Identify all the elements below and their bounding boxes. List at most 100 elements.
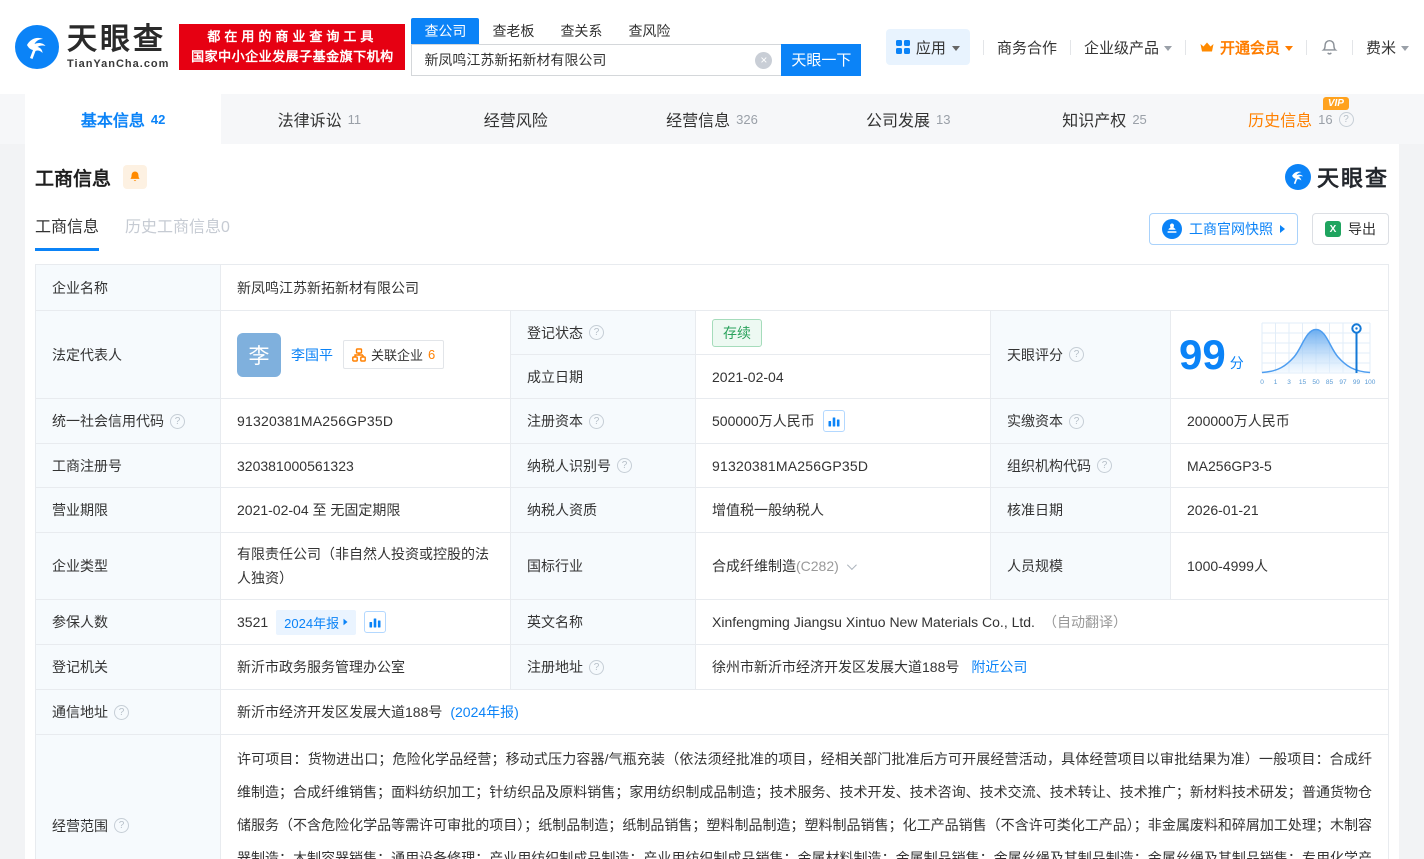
field-label: 天眼评分? [991, 311, 1171, 399]
subtab-history-business-info[interactable]: 历史工商信息0 [125, 213, 230, 251]
clear-icon[interactable]: × [755, 52, 772, 69]
help-icon[interactable]: ? [114, 705, 129, 720]
help-icon[interactable]: ? [114, 818, 129, 833]
caret-down-icon [1401, 46, 1409, 51]
logo-title: 天眼查 [67, 25, 169, 55]
field-label: 工商注册号 [36, 444, 221, 488]
header-menu: 应用 商务合作 企业级产品 开通会员 费米 [886, 29, 1409, 65]
apps-menu[interactable]: 应用 [886, 29, 970, 65]
field-label: 人员规模 [991, 533, 1171, 600]
credit-code-value: 91320381MA256GP35D [221, 399, 511, 444]
excel-icon: X [1325, 221, 1341, 237]
annual-report-link[interactable]: (2024年报) [450, 702, 518, 722]
divider [1185, 40, 1186, 55]
search-tab-boss[interactable]: 查老板 [479, 18, 547, 44]
search-button[interactable]: 天眼一下 [781, 44, 861, 76]
help-icon[interactable]: ? [589, 325, 604, 340]
company-nav: 基本信息 42 法律诉讼 11 经营风险 经营信息 326 公司发展 13 知识… [0, 94, 1424, 144]
approval-date-value: 2026-01-21 [1171, 488, 1388, 533]
help-icon[interactable]: ? [1069, 347, 1084, 362]
menu-enterprise[interactable]: 企业级产品 [1084, 37, 1172, 58]
notification-bell-icon[interactable] [1320, 38, 1339, 57]
caret-down-icon [1164, 46, 1172, 51]
tab-legal[interactable]: 法律诉讼 11 [221, 94, 417, 144]
svg-text:1: 1 [1273, 379, 1277, 386]
field-label: 核准日期 [991, 488, 1171, 533]
search-tab-relation[interactable]: 查关系 [547, 18, 615, 44]
taxpayer-quality-value: 增值税一般纳税人 [696, 488, 991, 533]
field-label: 组织机构代码? [991, 444, 1171, 488]
arrow-right-icon [344, 619, 348, 625]
field-label: 通信地址? [36, 690, 221, 735]
est-date-value: 2021-02-04 [696, 355, 991, 399]
arrow-right-icon [1280, 225, 1285, 233]
chevron-down-icon [847, 560, 857, 570]
annual-report-badge[interactable]: 2024年报 [276, 610, 356, 635]
caret-down-icon [1285, 46, 1293, 51]
related-companies-badge[interactable]: 关联企业 6 [343, 340, 444, 369]
company-type-value: 有限责任公司（非自然人投资或控股的法人独资） [221, 533, 511, 600]
help-icon[interactable]: ? [1339, 112, 1354, 127]
legal-rep-link[interactable]: 李国平 [291, 345, 333, 365]
tab-basic-info[interactable]: 基本信息 42 [25, 94, 221, 144]
menu-biz-coop[interactable]: 商务合作 [997, 37, 1057, 58]
svg-text:97: 97 [1339, 379, 1347, 386]
search-tab-company[interactable]: 查公司 [411, 18, 479, 44]
legal-rep-value: 李 李国平 关联企业 6 [221, 311, 511, 399]
svg-text:15: 15 [1299, 379, 1307, 386]
help-icon[interactable]: ? [589, 414, 604, 429]
search-input[interactable] [411, 44, 781, 76]
svg-text:100: 100 [1364, 379, 1375, 386]
english-name-value: Xinfengming Jiangsu Xintuo New Materials… [696, 600, 1388, 645]
divider [983, 40, 984, 55]
avatar[interactable]: 李 [237, 333, 281, 377]
subscribe-bell-icon[interactable] [123, 165, 147, 189]
subtab-business-info[interactable]: 工商信息 [35, 213, 99, 251]
field-label: 纳税人资质 [511, 488, 696, 533]
menu-vip[interactable]: 开通会员 [1199, 37, 1293, 58]
help-icon[interactable]: ? [170, 414, 185, 429]
insured-chart-icon[interactable] [364, 611, 386, 633]
industry-value[interactable]: 合成纤维制造 (C282) [696, 533, 991, 600]
vip-badge: VIP [1323, 97, 1349, 110]
official-snapshot-button[interactable]: 工商官网快照 [1149, 213, 1298, 245]
company-name-value: 新凤鸣江苏新拓新材有限公司 [221, 265, 1388, 311]
help-icon[interactable]: ? [617, 458, 632, 473]
slogan-banner: 都在用的商业查询工具 国家中小企业发展子基金旗下机构 [179, 24, 405, 70]
tab-ip[interactable]: 知识产权 25 [1006, 94, 1202, 144]
org-chart-icon [352, 348, 366, 362]
caret-down-icon [952, 46, 960, 51]
help-icon[interactable]: ? [1097, 458, 1112, 473]
staff-size-value: 1000-4999人 [1171, 533, 1388, 600]
reg-authority-value: 新沂市政务服务管理办公室 [221, 645, 511, 690]
divider [1306, 40, 1307, 55]
divider [1352, 40, 1353, 55]
field-label: 纳税人识别号? [511, 444, 696, 488]
search-tab-risk[interactable]: 查风险 [615, 18, 683, 44]
tab-development[interactable]: 公司发展 13 [810, 94, 1006, 144]
field-label: 注册地址? [511, 645, 696, 690]
tab-operation[interactable]: 经营信息 326 [614, 94, 810, 144]
reg-number-value: 320381000561323 [221, 444, 511, 488]
help-icon[interactable]: ? [1069, 414, 1084, 429]
tianyancha-logo[interactable]: 天眼查 TianYanCha.com [15, 25, 169, 70]
svg-text:99: 99 [1353, 379, 1361, 386]
tianyancha-logo-icon [15, 25, 59, 69]
user-menu[interactable]: 费米 [1366, 37, 1409, 58]
svg-text:0: 0 [1260, 379, 1264, 386]
reg-address-value: 徐州市新沂市经济开发区发展大道188号 附近公司 [696, 645, 1388, 690]
field-label: 登记机关 [36, 645, 221, 690]
tab-history[interactable]: VIP 历史信息 16 ? [1203, 94, 1399, 144]
svg-text:85: 85 [1326, 379, 1334, 386]
taxpayer-id-value: 91320381MA256GP35D [696, 444, 991, 488]
nearby-companies-link[interactable]: 附近公司 [971, 657, 1027, 677]
insured-count-value: 3521 2024年报 [221, 600, 511, 645]
export-button[interactable]: X 导出 [1312, 213, 1389, 245]
paid-capital-value: 200000万人民币 [1171, 399, 1388, 444]
svg-text:3: 3 [1287, 379, 1291, 386]
capital-chart-icon[interactable] [823, 410, 845, 432]
tab-risk[interactable]: 经营风险 [418, 94, 614, 144]
help-icon[interactable]: ? [589, 660, 604, 675]
section-title: 工商信息 [35, 164, 111, 191]
org-code-value: MA256GP3-5 [1171, 444, 1388, 488]
